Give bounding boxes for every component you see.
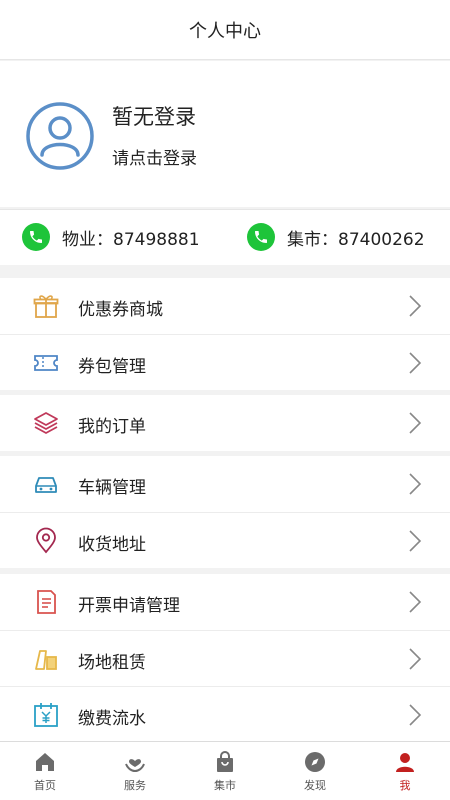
phone-bar: 物业：87498881 集市：87400262 [0, 209, 450, 265]
chevron-right-icon [409, 352, 422, 374]
menu-item-vehicle-management[interactable]: 车辆管理 [0, 456, 450, 512]
menu-group-vehicle: 车辆管理 收货地址 [0, 456, 450, 568]
invoice-icon [37, 590, 56, 614]
menu-item-my-orders[interactable]: 我的订单 [0, 395, 450, 451]
chevron-right-icon [409, 295, 422, 317]
avatar-icon[interactable] [25, 101, 95, 171]
tab-label: 我 [399, 779, 411, 792]
tab-service[interactable]: 服务 [90, 742, 180, 800]
venue-icon [35, 650, 57, 670]
gift-icon [33, 295, 59, 318]
menu-item-label: 场地租赁 [78, 653, 146, 673]
tab-label: 服务 [124, 779, 146, 792]
compass-icon [305, 752, 325, 772]
menu-item-payment-records[interactable]: 缴费流水 [0, 686, 450, 742]
tab-discover[interactable]: 发现 [270, 742, 360, 800]
menu-item-label: 缴费流水 [78, 709, 146, 729]
chevron-right-icon [409, 591, 422, 613]
ticket-icon [34, 355, 58, 371]
header: 个人中心 [0, 0, 450, 60]
market-phone[interactable]: 集市：87400262 [247, 222, 425, 252]
menu-item-coupon-mall[interactable]: 优惠券商城 [0, 278, 450, 334]
page-title: 个人中心 [189, 20, 261, 42]
menu-group-coupons: 优惠券商城 券包管理 [0, 278, 450, 390]
layers-icon [34, 412, 58, 434]
login-link[interactable]: 请点击登录 [112, 144, 197, 169]
tab-label: 首页 [34, 779, 56, 792]
menu-item-venue-rental[interactable]: 场地租赁 [0, 630, 450, 686]
menu-item-shipping-address[interactable]: 收货地址 [0, 512, 450, 568]
tab-market[interactable]: 集市 [180, 742, 270, 800]
service-icon [125, 759, 145, 773]
phone-icon [22, 223, 50, 251]
property-phone[interactable]: 物业：87498881 [22, 222, 200, 252]
chevron-right-icon [409, 412, 422, 434]
tab-me[interactable]: 我 [360, 742, 450, 800]
chevron-right-icon [409, 648, 422, 670]
menu-item-label: 券包管理 [78, 357, 146, 377]
menu-item-coupon-wallet[interactable]: 券包管理 [0, 334, 450, 390]
tab-bar: 首页 服务 集市 发现 我 [0, 741, 450, 800]
location-pin-icon [36, 527, 56, 554]
tab-label: 集市 [214, 779, 236, 792]
menu-item-label: 优惠券商城 [78, 300, 163, 320]
profile-card[interactable]: 暂无登录 请点击登录 [0, 61, 450, 207]
menu-group-orders: 我的订单 [0, 395, 450, 451]
chevron-right-icon [409, 704, 422, 726]
menu-item-invoice-management[interactable]: 开票申请管理 [0, 574, 450, 630]
phone-icon [247, 223, 275, 251]
app: 个人中心 暂无登录 请点击登录 物业：87498881 集市：87400262 [0, 0, 450, 800]
menu-item-label: 车辆管理 [78, 478, 146, 498]
login-status: 暂无登录 [112, 105, 196, 129]
car-icon [35, 477, 57, 493]
property-phone-text: 物业：87498881 [62, 229, 200, 250]
calendar-yen-icon [34, 703, 58, 727]
home-icon [36, 753, 54, 771]
tab-home[interactable]: 首页 [0, 742, 90, 800]
chevron-right-icon [409, 530, 422, 552]
shopping-bag-icon [217, 751, 233, 772]
person-icon [396, 753, 414, 772]
tab-label: 发现 [304, 779, 326, 792]
market-phone-text: 集市：87400262 [287, 229, 425, 250]
menu-item-label: 开票申请管理 [78, 596, 180, 616]
menu-group-billing: 开票申请管理 场地租赁 缴费流水 [0, 574, 450, 742]
menu-item-label: 我的订单 [78, 417, 146, 437]
chevron-right-icon [409, 473, 422, 495]
menu-item-label: 收货地址 [78, 535, 146, 555]
